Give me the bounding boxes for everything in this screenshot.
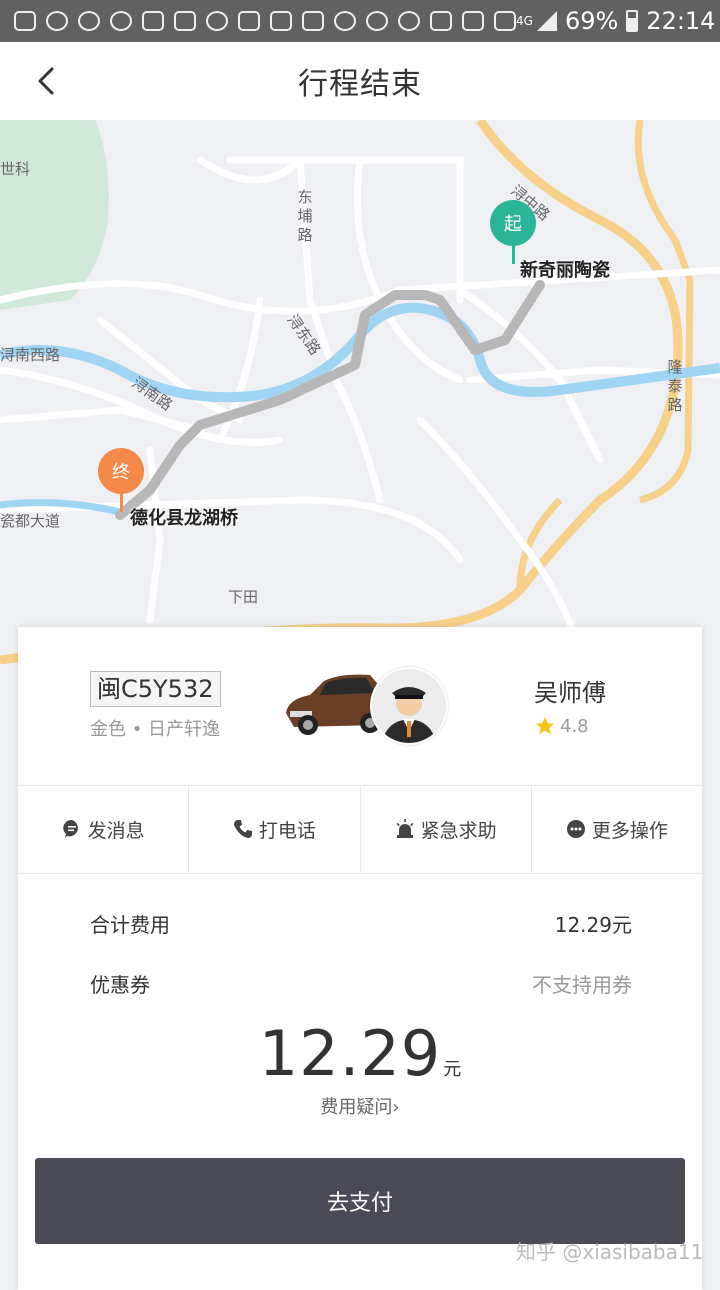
alipay-icon [238, 11, 260, 31]
start-pin-stem [512, 244, 515, 264]
bluetooth-icon [430, 11, 452, 31]
driver-name: 吴师傅 [534, 679, 606, 707]
weibo-icon [78, 11, 100, 31]
sogou-icon [174, 11, 196, 31]
wechat-icon [334, 11, 356, 31]
wechat-icon [366, 11, 388, 31]
action-label: 紧急求助 [420, 819, 497, 842]
map-label: 世科 [0, 160, 31, 178]
pay-button[interactable]: 去支付 [35, 1158, 685, 1244]
start-pin[interactable]: 起 [490, 200, 536, 246]
nfc-icon [462, 11, 484, 31]
call-button[interactable]: 打电话 [189, 785, 361, 873]
notification-icons [14, 11, 516, 31]
driver-avatar[interactable] [370, 667, 448, 745]
search-icon [206, 11, 228, 31]
didi-icon [302, 11, 324, 31]
more-actions-button[interactable]: 更多操作 [532, 785, 702, 873]
watermark: 知乎 @xiasibaba11 [516, 1240, 704, 1264]
total-fee-label: 合计费用 [90, 913, 170, 937]
total-fee-row: 合计费用 12.29元 [90, 909, 632, 938]
app-icon [142, 11, 164, 31]
driver-rating: 4.8 [534, 715, 589, 737]
fee-question-link[interactable]: 费用疑问› [18, 1093, 702, 1119]
weibo-icon [110, 11, 132, 31]
license-plate: 闽C5Y532 [90, 671, 221, 707]
chat-icon [14, 11, 36, 31]
battery-icon [626, 10, 639, 32]
coupon-label: 优惠券 [90, 973, 150, 997]
driver-info: 闽C5Y532 金色 • 日产轩逸 吴师傅 4.8 [18, 627, 702, 786]
car-description: 金色 • 日产轩逸 [90, 719, 221, 740]
weibo-icon [46, 11, 68, 31]
location-icon [398, 11, 420, 31]
chevron-right-icon: › [392, 1097, 400, 1118]
amount-due: 12.29 元 [18, 1017, 702, 1090]
emergency-button[interactable]: 紧急求助 [361, 785, 532, 873]
end-location-name: 德化县龙湖桥 [130, 508, 238, 529]
amount-unit: 元 [443, 1059, 462, 1080]
status-bar: 4G 69% 22:14 [0, 0, 720, 42]
back-arrow-icon[interactable] [30, 64, 64, 98]
coupon-value: 不支持用券 [532, 973, 632, 997]
more-icon [566, 820, 585, 838]
action-bar: 发消息 打电话 紧急求助 更多操作 [18, 785, 702, 874]
fee-question-label: 费用疑问 [320, 1097, 393, 1118]
map-label: 隆泰路 [667, 358, 683, 414]
trip-summary-card: 闽C5Y532 金色 • 日产轩逸 吴师傅 4.8 发消息 打电话 紧急求助 更… [18, 627, 702, 1290]
send-message-button[interactable]: 发消息 [18, 785, 190, 873]
clock: 22:14 [646, 7, 716, 35]
coupon-row[interactable]: 优惠券 不支持用券 [90, 969, 632, 998]
star-icon [535, 716, 555, 735]
battery-percent: 69% [564, 7, 619, 35]
system-status: 4G 69% 22:14 [516, 7, 715, 35]
start-location-name: 新奇丽陶瓷 [520, 260, 610, 281]
network-type: 4G [516, 14, 533, 28]
phone-icon [233, 820, 252, 838]
action-label: 发消息 [87, 819, 145, 842]
signal-icon [536, 11, 557, 31]
map-label: 下田 [228, 588, 259, 606]
mute-icon [494, 11, 516, 31]
amount-value: 12.29 [258, 1017, 442, 1090]
rating-value: 4.8 [560, 715, 589, 737]
alarm-icon [396, 819, 414, 838]
driver-avatar-icon [372, 669, 446, 743]
map-label: 瓷都大道 [0, 512, 61, 530]
map-label: 浔南西路 [0, 346, 61, 364]
action-label: 打电话 [258, 819, 316, 842]
map-label: 东埔路 [297, 188, 313, 244]
page-title: 行程结束 [298, 67, 422, 102]
message-icon [62, 819, 78, 838]
image-icon [270, 11, 292, 31]
title-bar: 行程结束 [0, 42, 720, 120]
action-label: 更多操作 [591, 819, 668, 842]
end-pin[interactable]: 终 [98, 448, 144, 494]
total-fee-value: 12.29元 [554, 913, 632, 937]
end-pin-stem [120, 492, 123, 512]
